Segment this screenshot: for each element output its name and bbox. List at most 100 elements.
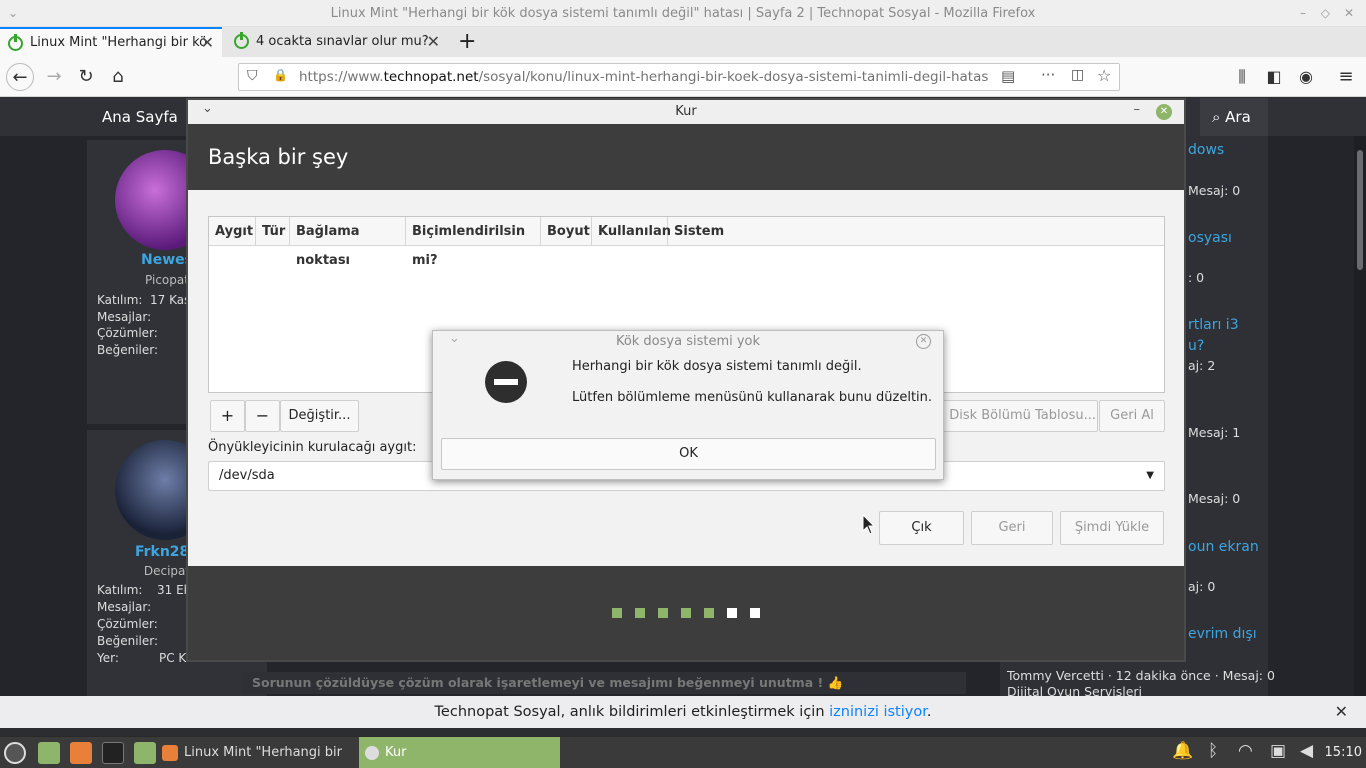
forward-icon[interactable]: →: [40, 63, 68, 91]
likes-label: Beğeniler:: [97, 343, 159, 357]
sidebar-meta: aj: 0: [1188, 579, 1216, 594]
messages-label: Mesajlar:: [97, 310, 152, 324]
installer-title-bar: ⌄ Kur – ✕: [188, 100, 1184, 124]
tab-close-icon[interactable]: ✕: [427, 27, 440, 57]
tab-close-icon[interactable]: ✕: [201, 29, 214, 57]
latest-post-meta: Tommy Vercetti · 12 dakika önce · Mesaj:…: [1007, 668, 1275, 699]
progress-dot: [658, 608, 668, 618]
clock[interactable]: 15:10: [1325, 737, 1362, 768]
library-icon[interactable]: ⫼: [1228, 63, 1256, 91]
pocket-icon[interactable]: ◫: [1071, 67, 1084, 83]
maximize-icon[interactable]: ◇: [1321, 0, 1330, 27]
column-mount-point[interactable]: Bağlama noktası: [290, 217, 406, 268]
taskbar: Linux Mint "Herhangi bir k... Kur 🔔 ᛒ ◠ …: [0, 736, 1366, 768]
firefox-launcher-icon[interactable]: [70, 742, 92, 764]
reload-icon[interactable]: ↻: [72, 63, 100, 91]
home-link[interactable]: Ana Sayfa: [102, 98, 178, 136]
notification-text: Technopat Sosyal, anlık bildirimleri etk…: [434, 704, 830, 720]
install-now-button[interactable]: Şimdi Yükle: [1060, 511, 1164, 545]
sidebar-meta: Mesaj: 0: [1188, 491, 1241, 506]
taskbar-firefox[interactable]: Linux Mint "Herhangi bir k...: [158, 737, 358, 768]
window-menu-icon[interactable]: ⌄: [8, 0, 18, 27]
bookmark-star-icon[interactable]: ☆: [1097, 66, 1111, 85]
task-label: Kur: [385, 745, 407, 760]
revert-button[interactable]: Geri Al: [1099, 400, 1165, 432]
new-tab-button[interactable]: +: [452, 27, 482, 57]
sidebar-icon[interactable]: ◧: [1260, 63, 1288, 91]
add-partition-button[interactable]: +: [210, 400, 245, 432]
window-menu-icon[interactable]: ⌄: [449, 328, 460, 350]
tab-linux-mint[interactable]: Linux Mint "Herhangi bir kö ✕: [0, 27, 222, 57]
latest-post-author[interactable]: Tommy Vercetti · 12 dakika önce · Mesaj:…: [1007, 668, 1275, 683]
home-icon[interactable]: ⌂: [104, 63, 132, 91]
sidebar-link[interactable]: osyası: [1188, 230, 1232, 246]
dialog-message: Herhangi bir kök dosya sistemi tanımlı d…: [572, 359, 862, 374]
files-icon[interactable]: [134, 742, 156, 764]
installer-header: Başka bir şey: [188, 124, 1184, 190]
minimize-icon[interactable]: –: [1300, 0, 1306, 27]
url-text[interactable]: https://www.technopat.net/sosyal/konu/li…: [299, 64, 989, 90]
sidebar-link[interactable]: rtları i3: [1188, 317, 1239, 333]
no-root-fs-dialog: ⌄ Kök dosya sistemi yok ✕ Herhangi bir k…: [432, 330, 944, 480]
new-partition-table-button[interactable]: Yeni Disk Bölümü Tablosu...: [918, 400, 1098, 432]
messages-label: Mesajlar:: [97, 600, 152, 614]
account-icon[interactable]: ◉: [1292, 63, 1320, 91]
close-icon[interactable]: ✕: [1156, 104, 1172, 120]
notification-permission-link[interactable]: izninizi istiyor: [829, 704, 927, 720]
sidebar-meta: Mesaj: 0: [1188, 183, 1241, 198]
tab-sinavlar[interactable]: 4 ocakta sınavlar olur mu? ✕: [226, 27, 448, 57]
back-button[interactable]: Geri: [971, 511, 1053, 545]
close-window-icon[interactable]: ✕: [1344, 0, 1354, 27]
solutions-label: Çözümler:: [97, 617, 158, 631]
progress-dot: [681, 608, 691, 618]
terminal-icon[interactable]: [102, 742, 124, 764]
back-icon[interactable]: ←: [6, 63, 34, 91]
column-system[interactable]: Sistem: [668, 217, 1164, 246]
sidebar-link[interactable]: oun ekran: [1188, 539, 1259, 555]
column-used[interactable]: Kullanılan: [592, 217, 671, 246]
volume-icon[interactable]: ◀: [1300, 741, 1313, 761]
taskbar-kur[interactable]: Kur: [359, 737, 560, 768]
reader-view-icon[interactable]: ▤: [1001, 67, 1015, 85]
sidebar-link[interactable]: evrim dışı: [1188, 626, 1257, 642]
notifications-icon[interactable]: 🔔: [1172, 741, 1193, 761]
column-format[interactable]: Biçimlendirilsin mi?: [406, 217, 541, 268]
mint-menu-icon[interactable]: [4, 742, 26, 764]
progress-dot: [612, 608, 622, 618]
search-icon: ⌕: [1212, 108, 1226, 126]
change-partition-button[interactable]: Değiştir...: [280, 400, 359, 432]
scrollbar-thumb[interactable]: [1357, 150, 1363, 270]
show-desktop-icon[interactable]: [38, 742, 60, 764]
minimize-icon[interactable]: –: [1134, 98, 1141, 122]
lock-icon[interactable]: 🔒: [273, 68, 288, 82]
search-label: Ara: [1225, 108, 1251, 126]
progress-dot: [704, 608, 714, 618]
column-size[interactable]: Boyut: [541, 217, 592, 246]
close-icon[interactable]: ✕: [916, 334, 931, 349]
sidebar-link-line2[interactable]: u?: [1188, 338, 1204, 354]
ok-button[interactable]: OK: [441, 438, 936, 470]
menu-icon[interactable]: ≡: [1332, 63, 1360, 91]
wifi-icon[interactable]: ◠: [1238, 741, 1253, 761]
mouse-cursor: [862, 513, 876, 535]
joined-value: 17 Kas: [150, 293, 191, 307]
browser-window-title: Linux Mint "Herhangi bir kök dosya siste…: [330, 6, 1036, 21]
column-type[interactable]: Tür: [256, 217, 290, 246]
search-link[interactable]: ⌕ Ara: [1200, 98, 1268, 136]
remove-partition-button[interactable]: −: [245, 400, 280, 432]
column-device[interactable]: Aygıt: [209, 217, 256, 246]
page-actions-icon[interactable]: ···: [1041, 66, 1055, 84]
progress-dot: [635, 608, 645, 618]
clipboard-icon[interactable]: ▣: [1270, 741, 1286, 761]
navigation-bar: ← → ↻ ⌂ ⛉ 🔒 https://www.technopat.net/so…: [0, 57, 1366, 97]
sidebar-link[interactable]: dows: [1188, 142, 1224, 158]
quit-button[interactable]: Çık: [879, 511, 964, 545]
bluetooth-icon[interactable]: ᛒ: [1208, 741, 1218, 761]
window-menu-icon[interactable]: ⌄: [202, 97, 213, 121]
sidebar-meta: : 0: [1188, 270, 1205, 285]
notification-end: .: [926, 704, 932, 720]
close-notification-icon[interactable]: ✕: [1335, 696, 1348, 728]
url-bar[interactable]: ⛉ 🔒 https://www.technopat.net/sosyal/kon…: [238, 63, 1120, 91]
sidebar-meta: aj: 2: [1188, 358, 1216, 373]
tracking-protection-icon[interactable]: ⛉: [247, 68, 258, 84]
